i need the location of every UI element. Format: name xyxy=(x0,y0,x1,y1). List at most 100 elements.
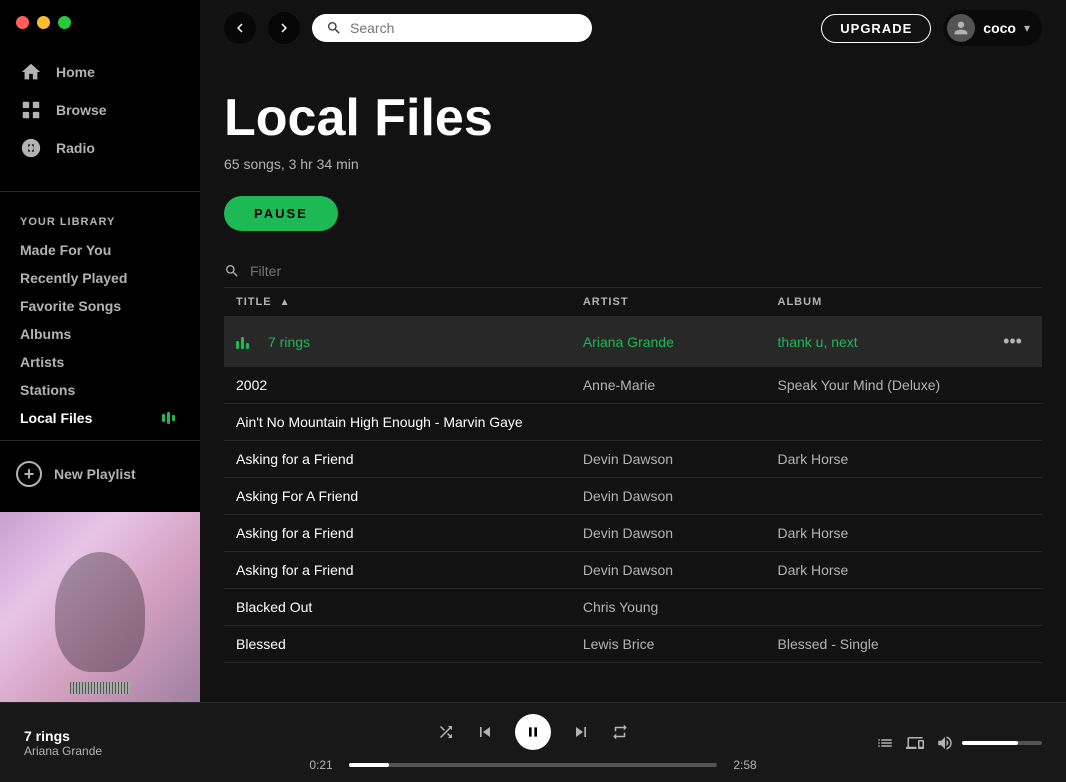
sidebar-divider xyxy=(0,191,200,192)
table-row[interactable]: BlessedLewis BriceBlessed - Single xyxy=(224,626,1042,663)
table-header: TITLE ▲ ARTIST ALBUM xyxy=(224,288,1042,317)
table-row[interactable]: 7 ringsAriana Grandethank u, next ••• xyxy=(224,317,1042,367)
forward-button[interactable] xyxy=(268,12,300,44)
search-input[interactable] xyxy=(350,20,578,36)
sidebar-item-stations[interactable]: Stations xyxy=(0,376,200,404)
topbar: UPGRADE coco ▾ xyxy=(200,0,1066,56)
sidebar-item-made-for-you[interactable]: Made For You xyxy=(0,236,200,264)
user-menu[interactable]: coco ▾ xyxy=(943,10,1042,46)
progress-fill xyxy=(349,763,389,767)
player-track-artist: Ariana Grande xyxy=(24,744,102,758)
column-header-album: ALBUM xyxy=(766,288,984,317)
track-title-cell: Blessed xyxy=(224,626,571,663)
filter-input[interactable] xyxy=(250,263,431,279)
track-actions-cell xyxy=(983,589,1042,626)
table-row[interactable]: 2002Anne-MarieSpeak Your Mind (Deluxe) xyxy=(224,367,1042,404)
table-row[interactable]: Asking For A FriendDevin Dawson xyxy=(224,478,1042,515)
sidebar-item-albums[interactable]: Albums xyxy=(0,320,200,348)
track-artist: Devin Dawson xyxy=(571,478,766,515)
sidebar-item-local-files[interactable]: Local Files xyxy=(0,404,200,432)
track-artist: Chris Young xyxy=(571,589,766,626)
track-actions-cell xyxy=(983,515,1042,552)
track-more-button[interactable]: ••• xyxy=(995,327,1030,356)
player-track-details: 7 rings Ariana Grande xyxy=(24,728,102,758)
queue-button[interactable] xyxy=(876,734,894,752)
table-row[interactable]: Blacked Out Chris Young xyxy=(224,589,1042,626)
track-title-cell: 7 rings xyxy=(224,317,571,367)
back-icon xyxy=(231,19,249,37)
topbar-right: UPGRADE coco ▾ xyxy=(821,10,1042,46)
column-header-title: TITLE ▲ xyxy=(224,288,571,317)
close-dot[interactable] xyxy=(16,16,29,29)
repeat-button[interactable] xyxy=(611,723,629,741)
track-table: TITLE ▲ ARTIST ALBUM 7 ringsAriana Grand… xyxy=(224,288,1042,663)
play-pause-button[interactable] xyxy=(515,714,551,750)
now-playing-icon xyxy=(162,411,180,425)
sidebar-item-recently-played[interactable]: Recently Played xyxy=(0,264,200,292)
track-artist xyxy=(571,404,766,441)
player-controls xyxy=(437,714,629,750)
track-album xyxy=(766,478,984,515)
sidebar-item-browse[interactable]: Browse xyxy=(8,91,192,129)
volume-track[interactable] xyxy=(962,741,1042,745)
player-track-name: 7 rings xyxy=(24,728,102,744)
user-icon xyxy=(953,20,969,36)
pause-button[interactable]: PAUSE xyxy=(224,196,338,231)
user-name-label: coco xyxy=(983,20,1016,36)
radio-icon xyxy=(20,137,42,159)
previous-icon xyxy=(475,722,495,742)
track-title-cell: Blacked Out xyxy=(224,589,571,626)
table-row[interactable]: Asking for a FriendDevin DawsonDark Hors… xyxy=(224,515,1042,552)
sidebar-item-label: Radio xyxy=(56,140,95,156)
sort-arrow-icon: ▲ xyxy=(280,297,291,308)
pause-icon xyxy=(525,724,541,740)
volume-icon xyxy=(936,734,954,752)
player-bar: 7 rings Ariana Grande xyxy=(0,702,1066,782)
track-actions-cell xyxy=(983,478,1042,515)
track-artist: Devin Dawson xyxy=(571,441,766,478)
progress-bar-container: 0:21 2:58 xyxy=(303,758,763,772)
track-artist: Ariana Grande xyxy=(571,317,766,367)
upgrade-button[interactable]: UPGRADE xyxy=(821,14,931,43)
track-actions-cell xyxy=(983,626,1042,663)
track-actions-cell: ••• xyxy=(983,317,1042,367)
sidebar-item-favorite-songs[interactable]: Favorite Songs xyxy=(0,292,200,320)
next-button[interactable] xyxy=(571,722,591,742)
volume-button[interactable] xyxy=(936,734,954,752)
minimize-dot[interactable] xyxy=(37,16,50,29)
sidebar-item-home[interactable]: Home xyxy=(8,53,192,91)
table-row[interactable]: Asking for a FriendDevin DawsonDark Hors… xyxy=(224,441,1042,478)
track-name: Blacked Out xyxy=(236,599,312,615)
table-row[interactable]: Ain't No Mountain High Enough - Marvin G… xyxy=(224,404,1042,441)
sidebar-item-label: Browse xyxy=(56,102,107,118)
sidebar-item-radio[interactable]: Radio xyxy=(8,129,192,167)
new-playlist-button[interactable]: + New Playlist xyxy=(0,453,200,495)
table-row[interactable]: Asking for a FriendDevin DawsonDark Hors… xyxy=(224,552,1042,589)
track-album: Dark Horse xyxy=(766,441,984,478)
plus-circle-icon: + xyxy=(16,461,42,487)
track-name: Asking for a Friend xyxy=(236,525,354,541)
filter-bar xyxy=(224,247,1042,288)
track-actions-cell xyxy=(983,441,1042,478)
filter-search-icon xyxy=(224,263,240,279)
track-album: thank u, next xyxy=(766,317,984,367)
previous-button[interactable] xyxy=(475,722,495,742)
track-title-cell: Ain't No Mountain High Enough - Marvin G… xyxy=(224,404,571,441)
track-title-cell: Asking For A Friend xyxy=(224,478,571,515)
track-name: Asking for a Friend xyxy=(236,562,354,578)
playlist-title: Local Files xyxy=(224,88,1042,148)
sidebar-item-artists[interactable]: Artists xyxy=(0,348,200,376)
track-title-cell: Asking for a Friend xyxy=(224,441,571,478)
home-icon xyxy=(20,61,42,83)
search-bar[interactable] xyxy=(312,14,592,42)
track-album xyxy=(766,404,984,441)
track-name: 2002 xyxy=(236,377,267,393)
track-name: Ain't No Mountain High Enough - Marvin G… xyxy=(236,414,523,430)
shuffle-button[interactable] xyxy=(437,723,455,741)
devices-button[interactable] xyxy=(906,734,924,752)
back-button[interactable] xyxy=(224,12,256,44)
maximize-dot[interactable] xyxy=(58,16,71,29)
progress-track[interactable] xyxy=(349,763,717,767)
track-artist: Anne-Marie xyxy=(571,367,766,404)
column-header-actions xyxy=(983,288,1042,317)
